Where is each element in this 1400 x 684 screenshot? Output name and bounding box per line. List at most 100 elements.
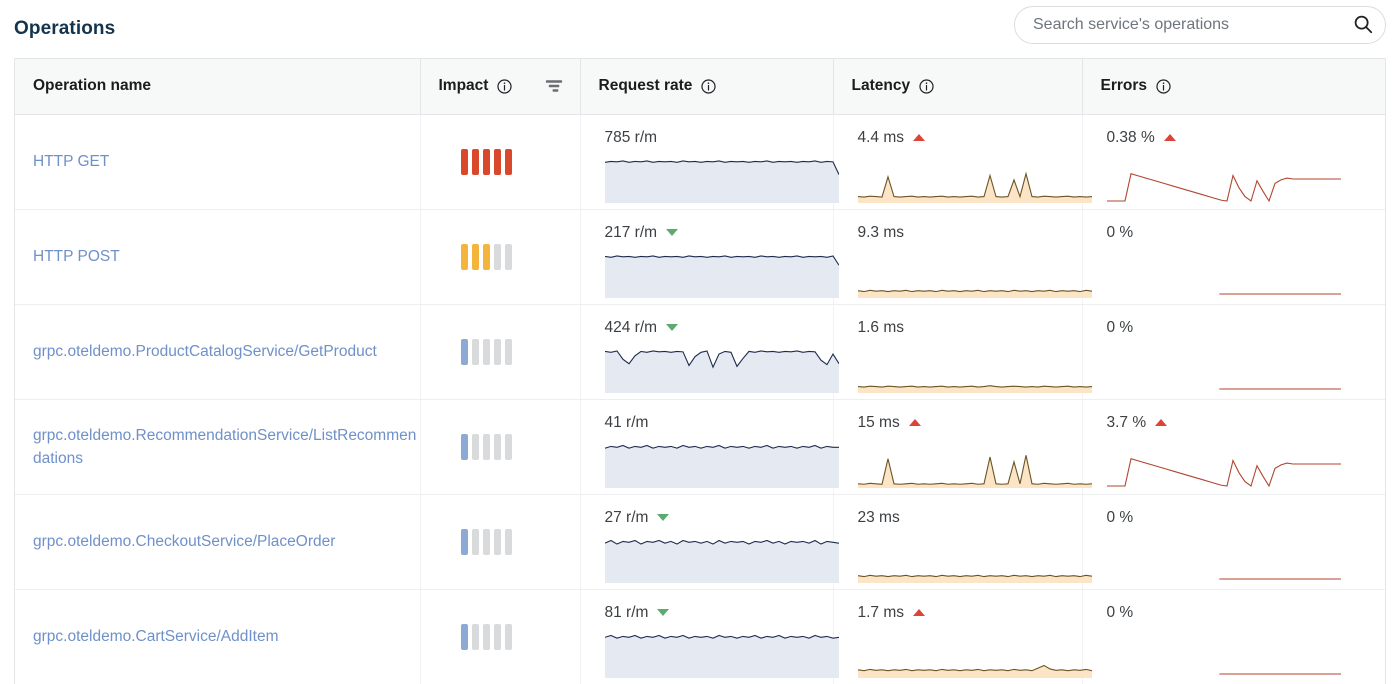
search-icon xyxy=(1352,13,1374,38)
info-icon[interactable] xyxy=(496,78,513,95)
column-header-errors[interactable]: Errors xyxy=(1081,59,1385,115)
latency-value: 23 ms xyxy=(857,508,900,526)
latency-value: 4.4 ms xyxy=(857,128,905,146)
errors-trend-up-icon xyxy=(1155,419,1168,426)
cell-errors: 0 % xyxy=(1081,589,1385,684)
impact-bar xyxy=(471,433,479,460)
errors-metric: 0 % xyxy=(1107,590,1341,684)
impact-bar xyxy=(493,148,501,175)
latency-value: 9.3 ms xyxy=(857,223,905,241)
errors-metric: 0 % xyxy=(1107,305,1341,399)
cell-operation-name: grpc.oteldemo.ProductCatalogService/GetP… xyxy=(15,304,420,400)
sort-descending-icon[interactable] xyxy=(545,78,564,94)
search-input[interactable] xyxy=(1015,16,1341,34)
request-rate-value: 81 r/m xyxy=(604,603,649,621)
cell-impact xyxy=(419,304,580,400)
impact-bar xyxy=(504,528,512,555)
impact-indicator xyxy=(460,243,580,270)
search-box[interactable] xyxy=(1014,6,1386,44)
column-header-request-rate[interactable]: Request rate xyxy=(579,59,833,115)
impact-bar xyxy=(504,148,512,175)
impact-bar xyxy=(504,433,512,460)
operations-table-frame: Operation name Impact Request rate Laten… xyxy=(14,58,1386,684)
operation-name-link[interactable]: grpc.oteldemo.CartService/AddItem xyxy=(33,625,279,648)
cell-latency: 9.3 ms xyxy=(832,209,1092,305)
request-rate-value: 217 r/m xyxy=(604,223,658,241)
impact-indicator xyxy=(460,338,580,365)
operation-name-link[interactable]: grpc.oteldemo.CheckoutService/PlaceOrder xyxy=(33,530,335,553)
impact-bar xyxy=(504,338,512,365)
errors-value: 0 % xyxy=(1106,223,1134,241)
cell-errors: 0 % xyxy=(1081,494,1385,590)
request-rate-value: 27 r/m xyxy=(604,508,649,526)
cell-latency: 15 ms xyxy=(832,399,1092,495)
impact-bar xyxy=(504,623,512,650)
cell-operation-name: grpc.oteldemo.CheckoutService/PlaceOrder xyxy=(15,494,420,590)
impact-bar xyxy=(471,243,479,270)
latency-metric: 4.4 ms xyxy=(857,115,1092,209)
errors-trend-up-icon xyxy=(1163,134,1176,141)
errors-value: 0 % xyxy=(1106,508,1134,526)
errors-value: 3.7 % xyxy=(1106,413,1147,431)
operation-name-link[interactable]: HTTP POST xyxy=(33,245,120,268)
column-label-impact: Impact xyxy=(438,77,489,95)
request-rate-value: 424 r/m xyxy=(604,318,658,336)
table-row: HTTP GET 785 r/m 4.4 ms 0.38 % xyxy=(15,114,1385,210)
impact-bar xyxy=(482,623,490,650)
impact-bar xyxy=(482,433,490,460)
cell-latency: 1.6 ms xyxy=(832,304,1092,400)
page-title: Operations xyxy=(14,18,116,39)
impact-bar xyxy=(460,528,468,555)
column-header-operation-name[interactable]: Operation name xyxy=(15,59,420,115)
latency-metric: 15 ms xyxy=(857,400,1092,494)
cell-operation-name: HTTP GET xyxy=(15,114,420,210)
column-label-latency: Latency xyxy=(851,77,911,95)
request-rate-metric: 217 r/m xyxy=(604,210,839,304)
impact-bar xyxy=(482,148,490,175)
request-rate-trend-down-icon xyxy=(666,324,679,331)
table-row: grpc.oteldemo.CartService/AddItem 81 r/m 1… xyxy=(15,589,1385,684)
impact-bar xyxy=(482,338,490,365)
request-rate-metric: 27 r/m xyxy=(604,495,839,589)
impact-bar xyxy=(460,148,468,175)
request-rate-metric: 81 r/m xyxy=(604,590,839,684)
search-button[interactable] xyxy=(1341,7,1385,43)
operations-header: Operations xyxy=(0,0,1400,58)
cell-operation-name: grpc.oteldemo.RecommendationService/List… xyxy=(15,399,420,495)
request-rate-trend-down-icon xyxy=(657,514,670,521)
impact-bar xyxy=(460,243,468,270)
column-header-impact[interactable]: Impact xyxy=(419,59,580,115)
request-rate-metric: 785 r/m xyxy=(604,115,839,209)
column-label-errors: Errors xyxy=(1100,77,1148,95)
latency-value: 1.6 ms xyxy=(857,318,905,336)
impact-bar xyxy=(493,338,501,365)
cell-errors: 0.38 % xyxy=(1081,114,1385,210)
cell-latency: 4.4 ms xyxy=(832,114,1092,210)
latency-trend-up-icon xyxy=(913,134,926,141)
info-icon[interactable] xyxy=(1155,78,1172,95)
operation-name-link[interactable]: grpc.oteldemo.RecommendationService/List… xyxy=(33,424,420,470)
impact-bar xyxy=(493,433,501,460)
operation-name-link[interactable]: HTTP GET xyxy=(33,150,109,173)
column-label-request-rate: Request rate xyxy=(598,77,693,95)
info-icon[interactable] xyxy=(918,78,935,95)
cell-impact xyxy=(419,114,580,210)
request-rate-metric: 41 r/m xyxy=(604,400,839,494)
info-icon[interactable] xyxy=(700,78,717,95)
impact-bar xyxy=(471,528,479,555)
operation-name-link[interactable]: grpc.oteldemo.ProductCatalogService/GetP… xyxy=(33,340,377,363)
cell-latency: 1.7 ms xyxy=(832,589,1092,684)
column-label-operation-name: Operation name xyxy=(33,77,151,95)
impact-bar xyxy=(471,623,479,650)
latency-trend-up-icon xyxy=(913,609,926,616)
table-row: grpc.oteldemo.CheckoutService/PlaceOrder… xyxy=(15,494,1385,590)
latency-value: 1.7 ms xyxy=(857,603,905,621)
cell-impact xyxy=(419,209,580,305)
latency-trend-up-icon xyxy=(908,419,921,426)
table-row: grpc.oteldemo.ProductCatalogService/GetP… xyxy=(15,304,1385,400)
errors-value: 0 % xyxy=(1106,603,1134,621)
column-header-latency[interactable]: Latency xyxy=(832,59,1082,115)
cell-impact xyxy=(419,589,580,684)
request-rate-value: 41 r/m xyxy=(604,413,649,431)
latency-metric: 1.6 ms xyxy=(857,305,1092,399)
